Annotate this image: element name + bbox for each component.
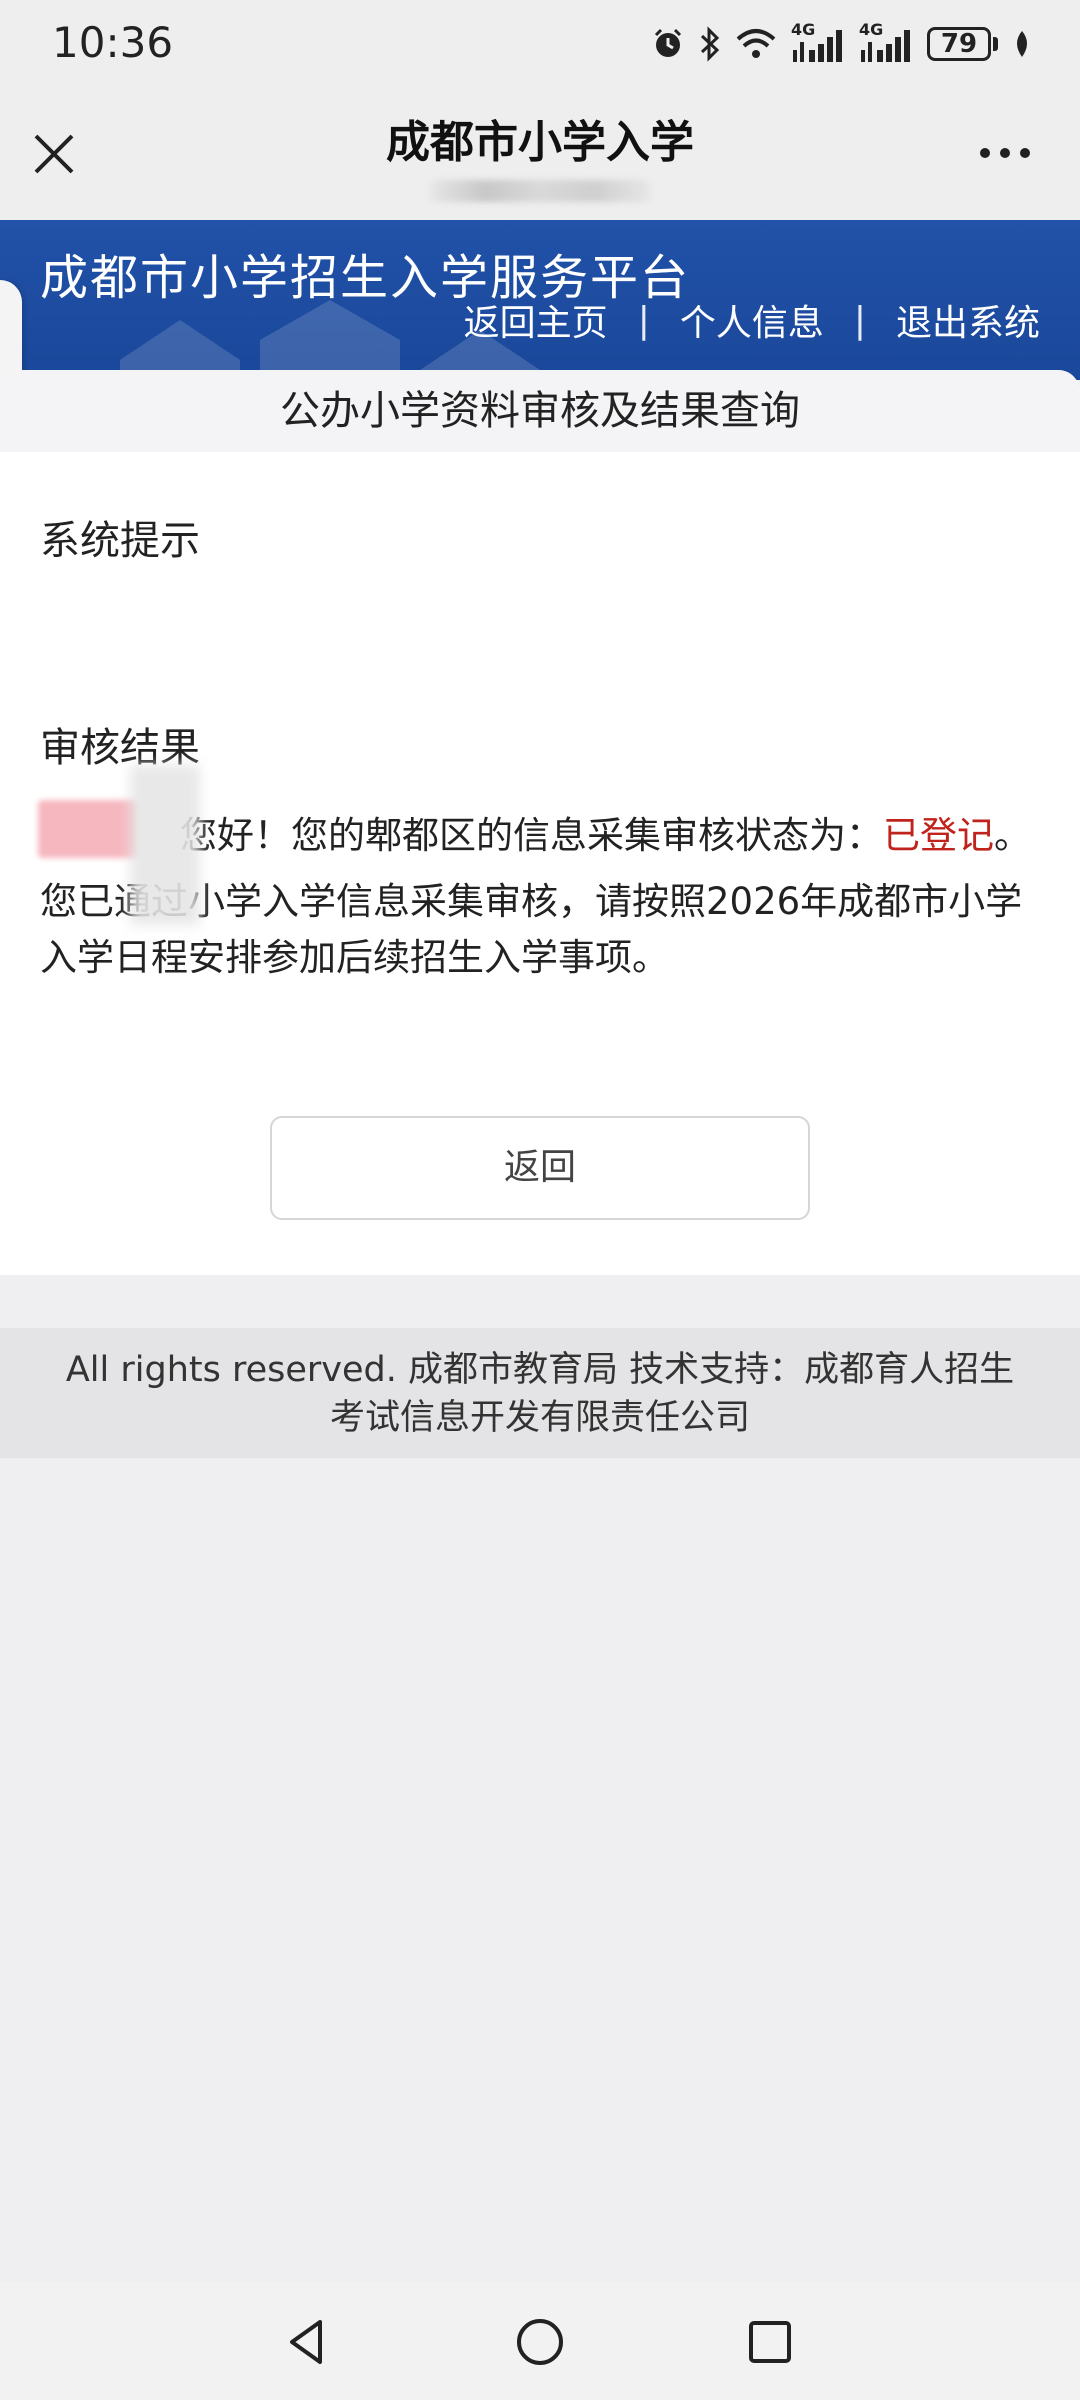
- signal-bars-icon: [793, 30, 842, 62]
- main-content: 公办小学资料审核及结果查询 系统提示 审核结果 您好！您的郫都区的信息采集审核状…: [0, 370, 1080, 1275]
- greeting-suffix: 。: [994, 814, 1031, 857]
- status-bar: 10:36 4G 4G 79: [0, 0, 1080, 88]
- banner-links: 返回主页 | 个人信息 | 退出系统: [464, 294, 1040, 346]
- link-logout[interactable]: 退出系统: [896, 294, 1040, 346]
- status-time: 10:36: [52, 18, 174, 67]
- recents-square-icon[interactable]: [742, 2314, 798, 2370]
- redacted-name: [38, 800, 138, 858]
- greeting-prefix: 您好！您的郫都区的信息采集审核状态为：: [180, 814, 883, 857]
- link-home[interactable]: 返回主页: [464, 294, 608, 346]
- section-header: 公办小学资料审核及结果查询: [0, 370, 1080, 452]
- battery-level: 79: [927, 27, 991, 61]
- nav-bar: 成都市小学入学: [0, 88, 1080, 220]
- leaf-icon: [1017, 31, 1027, 57]
- home-circle-icon[interactable]: [512, 2314, 568, 2370]
- battery-cap: [993, 37, 998, 51]
- system-navigation-bar: [0, 2282, 1080, 2400]
- status-icons: 4G 4G 79: [651, 20, 1032, 66]
- more-options-icon[interactable]: [980, 138, 1040, 168]
- redacted-subtitle: [430, 180, 650, 202]
- status-badge: 已登记: [883, 814, 994, 857]
- link-personal-info[interactable]: 个人信息: [680, 294, 824, 346]
- redaction-blur: [130, 765, 200, 925]
- separator: |: [853, 299, 866, 341]
- back-triangle-icon[interactable]: [278, 2314, 334, 2370]
- back-button[interactable]: 返回: [270, 1116, 810, 1220]
- footer-line-1: All rights reserved. 成都市教育局 技术支持：成都育人招生: [65, 1350, 1015, 1390]
- separator: |: [637, 299, 650, 341]
- signal-bars-icon: [861, 30, 910, 62]
- bluetooth-icon: [700, 26, 720, 62]
- cell-signal-1: 4G: [791, 20, 845, 64]
- footer: All rights reserved. 成都市教育局 技术支持：成都育人招生 …: [0, 1328, 1080, 1458]
- cell-signal-2: 4G: [859, 20, 913, 64]
- battery-indicator: 79: [927, 27, 998, 61]
- page-title: 成都市小学入学: [386, 117, 694, 168]
- platform-banner: 成都市小学招生入学服务平台 返回主页 | 个人信息 | 退出系统: [0, 220, 1080, 380]
- footer-line-2: 考试信息开发有限责任公司: [329, 1398, 750, 1438]
- alarm-icon: [654, 28, 682, 57]
- system-tip-label: 系统提示: [40, 518, 200, 564]
- wifi-icon: [736, 29, 776, 58]
